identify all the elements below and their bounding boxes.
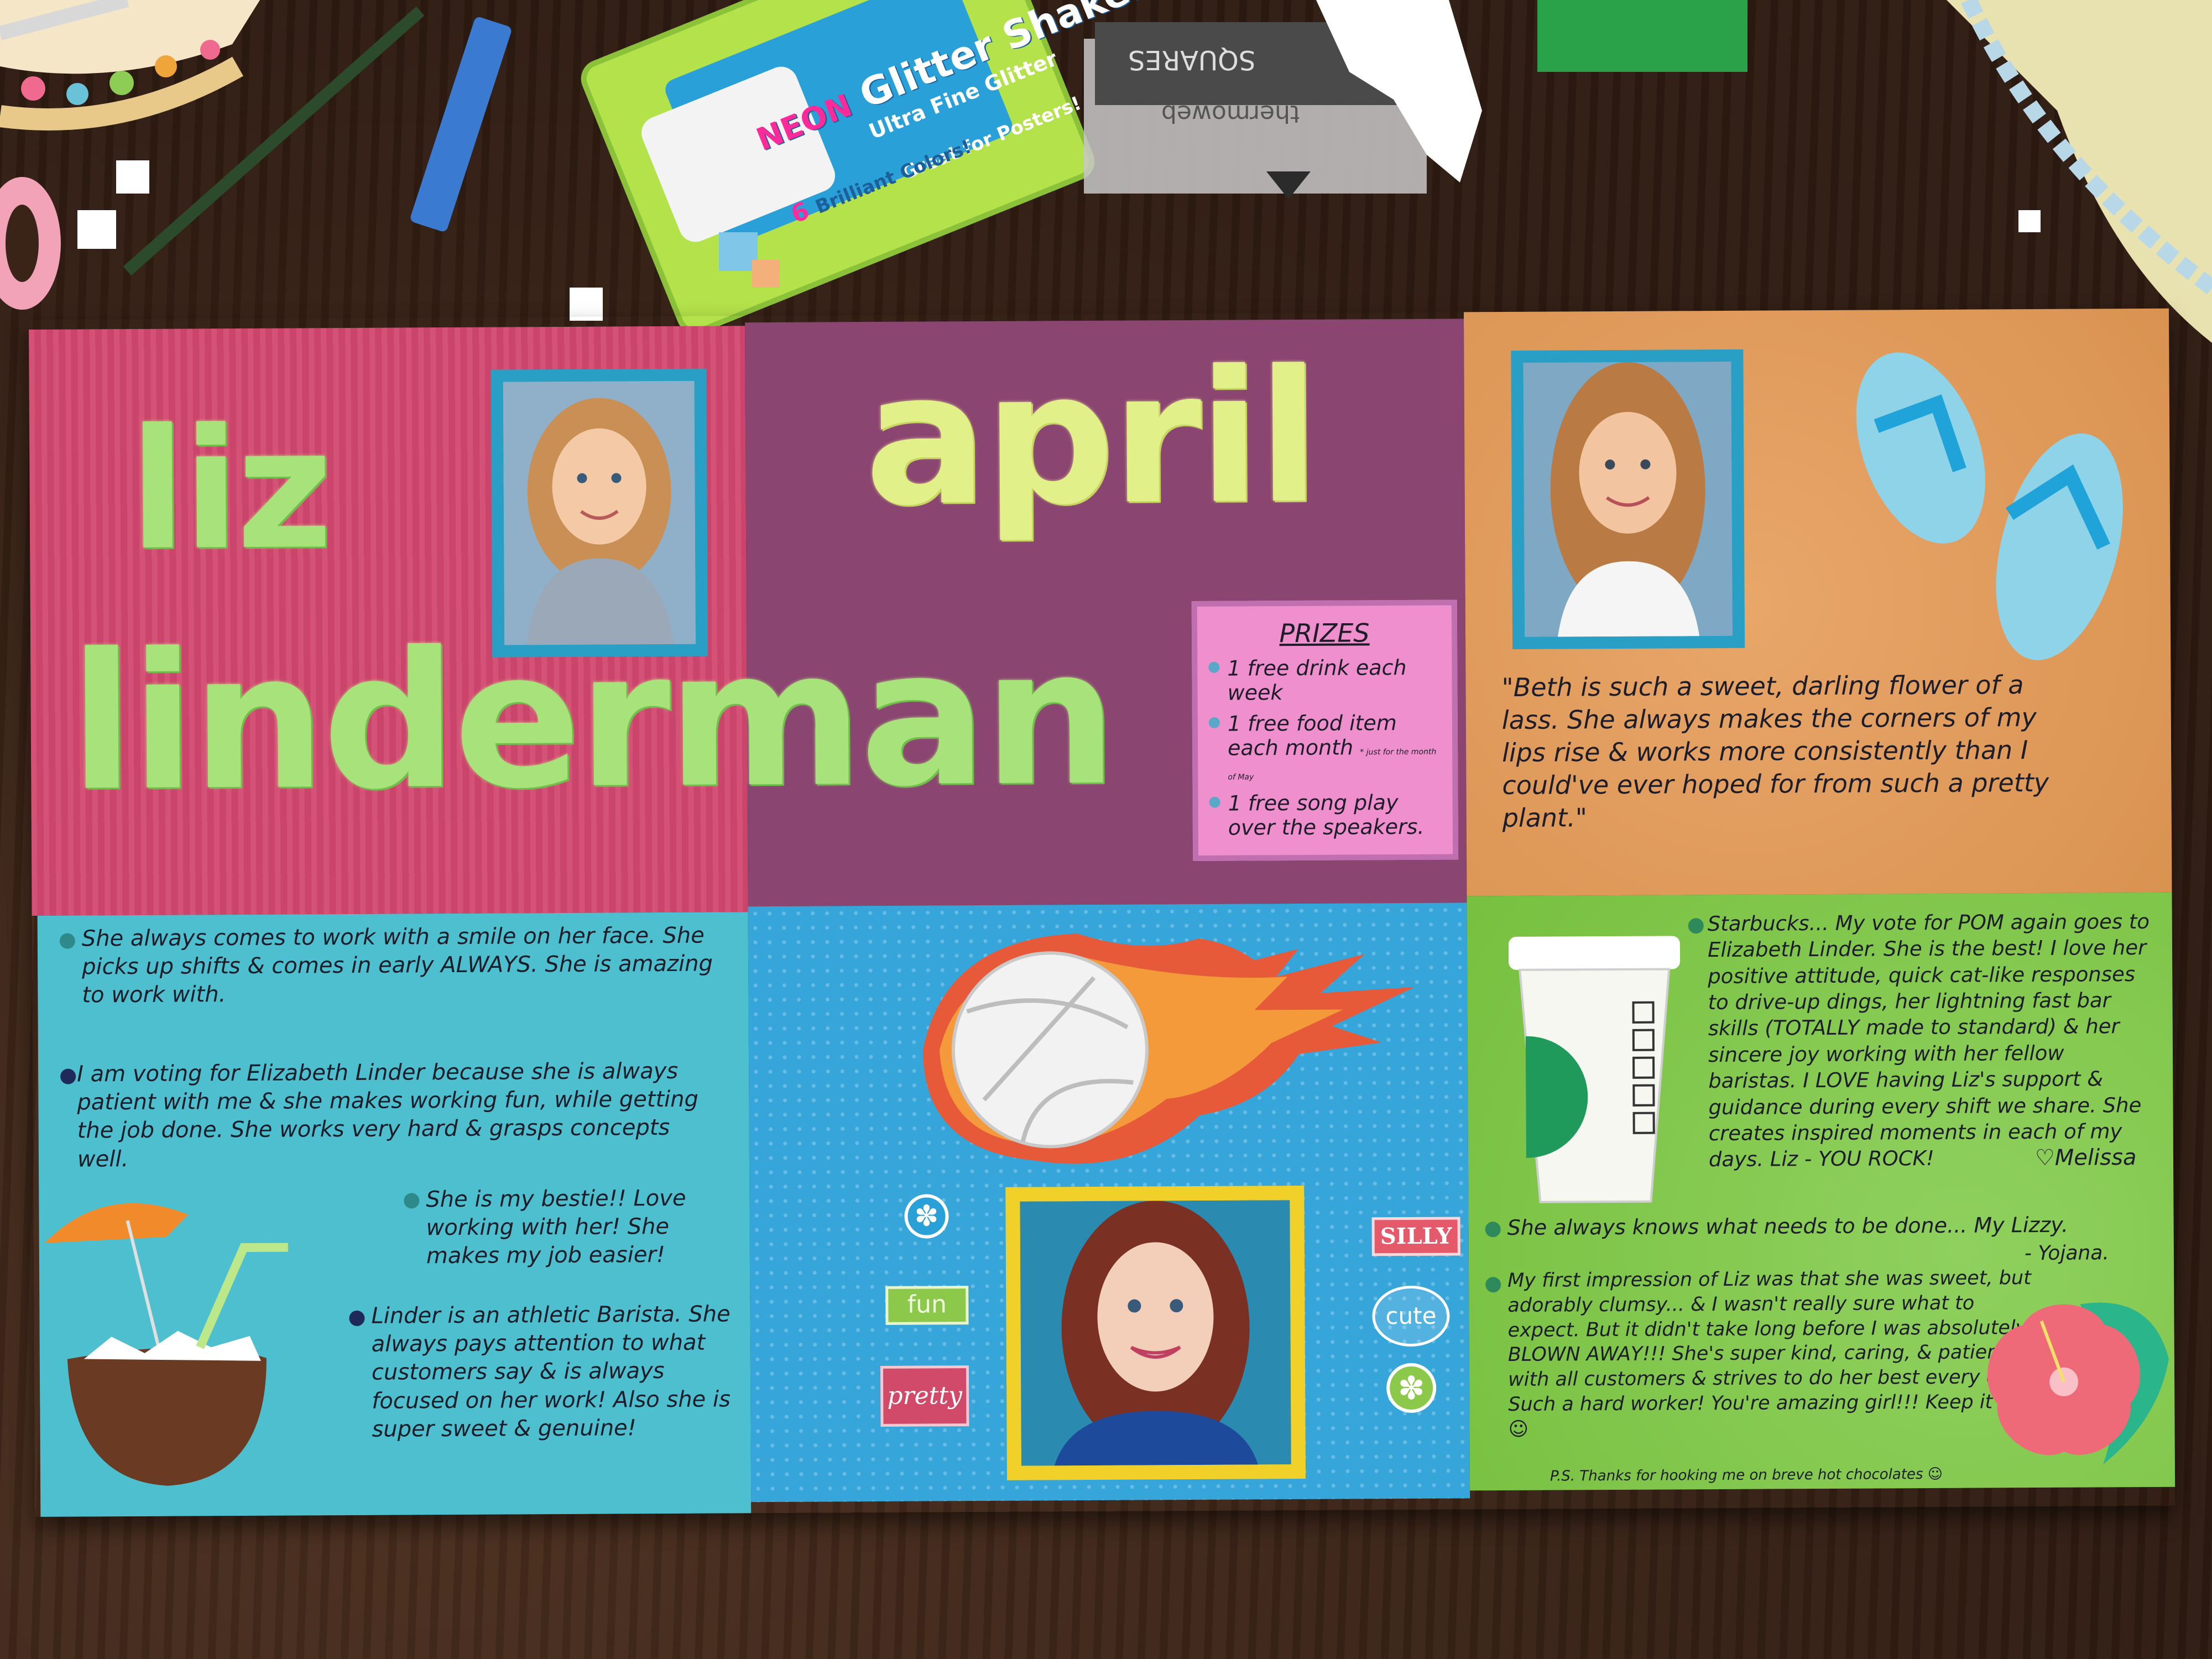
child-photo-frame-2 [1511,349,1745,649]
prize-item: 1 free food item each month * just for t… [1208,711,1439,785]
bullet-icon [60,1068,76,1084]
sticker-pretty: pretty [880,1365,969,1427]
note-left-3: She is my bestie!! Love working with her… [426,1185,686,1269]
note-left-2: I am voting for Elizabeth Linder because… [77,1058,699,1172]
sticker-fun: fun [885,1286,969,1325]
prize-item-text: 1 free drink each week [1227,655,1407,705]
note-starbucks: Starbucks... My vote for POM again goes … [1707,909,2150,1172]
sticker-silly: SILLY [1371,1217,1460,1256]
bullet-icon [1208,717,1220,728]
child-photo-2 [1523,361,1733,637]
bullet-icon [1485,1277,1501,1293]
coffee-cup-icon [1508,936,1681,1203]
coconut-drink-icon [44,1203,288,1486]
flower-sticker: ✽ [1386,1363,1437,1413]
quote-text: "Beth is such a sweet, darling flower of… [1501,670,2049,833]
note-lizzy-sign: - Yojana. [2024,1241,2109,1265]
bullet-icon [1485,1222,1501,1238]
volleyball-icon [922,933,1415,1164]
title-first-name: liz [128,393,330,587]
prize-item: 1 free drink each week [1208,655,1438,705]
prize-item-text: 1 free song play over the speakers. [1228,790,1425,840]
sticker-cute: cute [1372,1285,1450,1347]
flip-flops-icon [1856,352,2123,660]
stamp-text: SQUARES [1128,44,1256,75]
prize-item: 1 free song play over the speakers. [1209,790,1439,840]
scrapbook-board: liz april linderman PRIZES 1 free drink … [29,308,2176,1517]
note-lizzy: She always knows what needs to be done..… [1507,1212,2069,1240]
stamp-brand: thermoweb [1161,100,1300,128]
bullet-icon [1209,796,1220,808]
bullet-icon [1688,918,1704,934]
portrait-photo [1020,1200,1291,1466]
note-left-1: She always comes to work with a smile on… [81,922,713,1008]
bullet-icon [404,1193,420,1209]
stamp-label: SQUARES [1128,44,1255,75]
note-left-4: Linder is an athletic Barista. She alway… [371,1301,731,1442]
prizes-card: PRIZES 1 free drink each week 1 free foo… [1191,599,1459,861]
child-photo-1 [503,380,696,645]
desk-clutter [0,0,2212,343]
prizes-heading: PRIZES [1279,618,1370,649]
bullet-icon [1208,661,1220,673]
note-impression: My first impression of Liz was that she … [1507,1267,2031,1441]
child-photo-frame-1 [491,368,708,658]
title-month: april [864,331,1318,546]
hibiscus-flower-icon [1987,1302,2169,1465]
note-starbucks-sign: ♡Melissa [2034,1145,2137,1171]
portrait-photo-frame [1005,1185,1306,1480]
bullet-icon [59,933,75,949]
flower-sticker: ✽ [904,1194,949,1239]
